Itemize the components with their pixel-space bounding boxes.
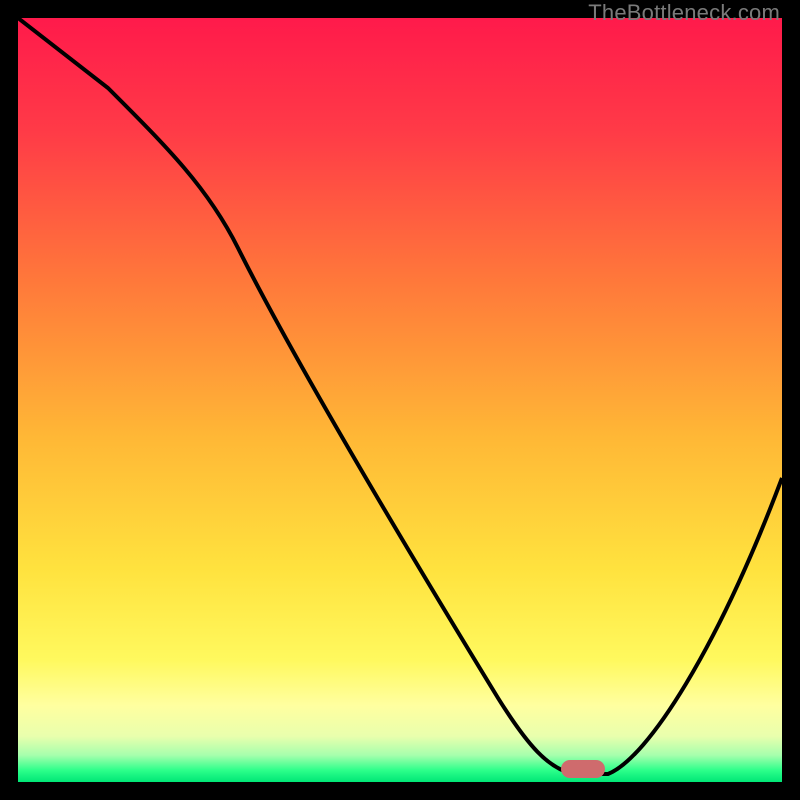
chart-frame	[18, 18, 782, 782]
watermark-text: TheBottleneck.com	[588, 0, 780, 26]
curve-path	[18, 18, 782, 774]
bottleneck-curve	[18, 18, 782, 782]
optimal-marker	[561, 760, 605, 778]
